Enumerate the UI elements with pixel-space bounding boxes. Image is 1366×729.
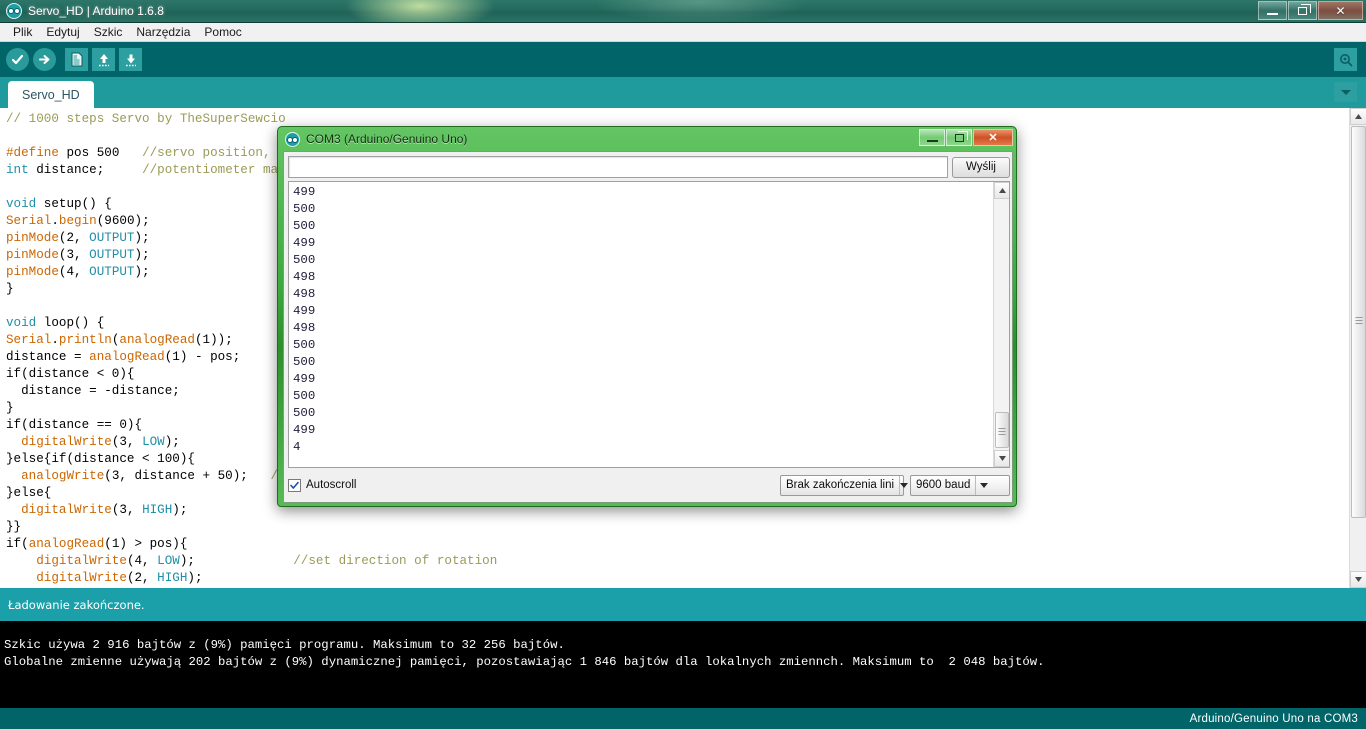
new-sketch-button[interactable] xyxy=(65,48,88,71)
serial-monitor-dialog: COM3 (Arduino/Genuino Uno) ✕ Wyślij 499 … xyxy=(277,126,1017,507)
serial-send-row: Wyślij xyxy=(288,156,1010,178)
tab-dropdown-button[interactable] xyxy=(1334,82,1357,102)
board-port-info: Arduino/Genuino Uno na COM3 xyxy=(1189,712,1358,725)
tab-servo-hd[interactable]: Servo_HD xyxy=(8,81,94,108)
line-ending-value: Brak zakończenia lini xyxy=(786,479,895,491)
tab-strip: Servo_HD xyxy=(0,77,1366,108)
upload-icon xyxy=(39,55,50,64)
triangle-down-icon xyxy=(1355,577,1362,582)
chevron-down-icon xyxy=(975,475,992,495)
serial-input-field[interactable] xyxy=(288,156,948,178)
main-toolbar xyxy=(0,42,1366,77)
window-title: Servo_HD | Arduino 1.6.8 xyxy=(28,4,164,18)
menu-narzedzia[interactable]: Narzędzia xyxy=(129,24,197,40)
editor-scrollbar[interactable] xyxy=(1349,108,1366,588)
editor-scroll-up-button[interactable] xyxy=(1350,108,1366,125)
serial-monitor-button[interactable] xyxy=(1334,48,1357,71)
serial-monitor-title: COM3 (Arduino/Genuino Uno) xyxy=(306,132,468,146)
save-sketch-button[interactable] xyxy=(119,48,142,71)
serial-monitor-body: Wyślij 499 500 500 499 500 498 498 499 4… xyxy=(283,151,1013,503)
window-controls: ✕ xyxy=(1257,1,1363,20)
minimize-button[interactable] xyxy=(1258,1,1287,20)
console-line-2: Globalne zmienne używają 202 bajtów z (9… xyxy=(4,655,1045,669)
status-bar: Ładowanie zakończone. xyxy=(0,588,1366,621)
serial-restore-button[interactable] xyxy=(946,129,972,146)
close-button[interactable]: ✕ xyxy=(1318,1,1363,20)
verify-icon xyxy=(11,54,24,65)
triangle-up-icon xyxy=(1355,114,1362,119)
serial-scroll-down-button[interactable] xyxy=(994,450,1009,467)
save-sketch-icon xyxy=(125,54,136,66)
bottom-bar: Arduino/Genuino Uno na COM3 xyxy=(0,708,1366,729)
checkmark-icon xyxy=(290,481,299,489)
serial-dropdowns: Brak zakończenia lini 9600 baud xyxy=(780,474,1010,496)
autoscroll-checkbox[interactable] xyxy=(288,478,301,492)
serial-send-button[interactable]: Wyślij xyxy=(952,156,1010,178)
serial-options-row: Autoscroll Brak zakończenia lini 9600 ba… xyxy=(288,474,1010,496)
triangle-up-icon xyxy=(998,188,1006,193)
serial-output-lines: 499 500 500 499 500 498 498 499 498 500 … xyxy=(293,185,316,454)
serial-monitor-icon xyxy=(1339,53,1352,66)
scroll-grip-icon xyxy=(998,426,1006,437)
restore-button[interactable] xyxy=(1288,1,1317,20)
menu-pomoc[interactable]: Pomoc xyxy=(197,24,248,40)
chevron-down-icon xyxy=(1340,90,1351,95)
serial-minimize-button[interactable] xyxy=(919,129,945,146)
console-output[interactable]: Szkic używa 2 916 bajtów z (9%) pamięci … xyxy=(0,621,1366,708)
arduino-logo-icon xyxy=(285,131,300,147)
baud-rate-value: 9600 baud xyxy=(916,479,971,491)
scroll-grip-icon xyxy=(1355,315,1362,326)
open-sketch-icon xyxy=(98,53,109,66)
autoscroll-label: Autoscroll xyxy=(306,479,357,491)
serial-monitor-window-controls: ✕ xyxy=(918,129,1013,146)
serial-close-button[interactable]: ✕ xyxy=(973,129,1013,146)
autoscroll-checkbox-wrapper[interactable]: Autoscroll xyxy=(288,478,357,492)
menu-edytuj[interactable]: Edytuj xyxy=(39,24,86,40)
line-ending-dropdown[interactable]: Brak zakończenia lini xyxy=(780,474,909,496)
arduino-logo-icon xyxy=(6,3,22,19)
upload-button[interactable] xyxy=(33,48,56,71)
serial-scroll-up-button[interactable] xyxy=(994,182,1009,199)
editor-scroll-thumb[interactable] xyxy=(1351,126,1366,518)
open-sketch-button[interactable] xyxy=(92,48,115,71)
arduino-ide-window: Servo_HD | Arduino 1.6.8 ✕ Plik Edytuj S… xyxy=(0,0,1366,729)
serial-scroll-thumb[interactable] xyxy=(995,412,1009,448)
menu-plik[interactable]: Plik xyxy=(6,24,39,40)
serial-monitor-titlebar: COM3 (Arduino/Genuino Uno) ✕ xyxy=(278,127,1016,151)
menu-szkic[interactable]: Szkic xyxy=(87,24,130,40)
chevron-down-icon xyxy=(899,475,909,495)
verify-button[interactable] xyxy=(6,48,29,71)
new-sketch-icon xyxy=(71,52,82,67)
serial-output-scrollbar[interactable] xyxy=(993,182,1009,467)
window-titlebar: Servo_HD | Arduino 1.6.8 ✕ xyxy=(0,0,1366,23)
serial-output-area[interactable]: 499 500 500 499 500 498 498 499 498 500 … xyxy=(288,181,1010,468)
baud-rate-dropdown[interactable]: 9600 baud xyxy=(910,474,1010,496)
status-message: Ładowanie zakończone. xyxy=(8,597,145,612)
menu-bar: Plik Edytuj Szkic Narzędzia Pomoc xyxy=(0,23,1366,42)
triangle-down-icon xyxy=(998,456,1006,461)
console-line-1: Szkic używa 2 916 bajtów z (9%) pamięci … xyxy=(4,638,565,652)
editor-scroll-down-button[interactable] xyxy=(1350,571,1366,588)
